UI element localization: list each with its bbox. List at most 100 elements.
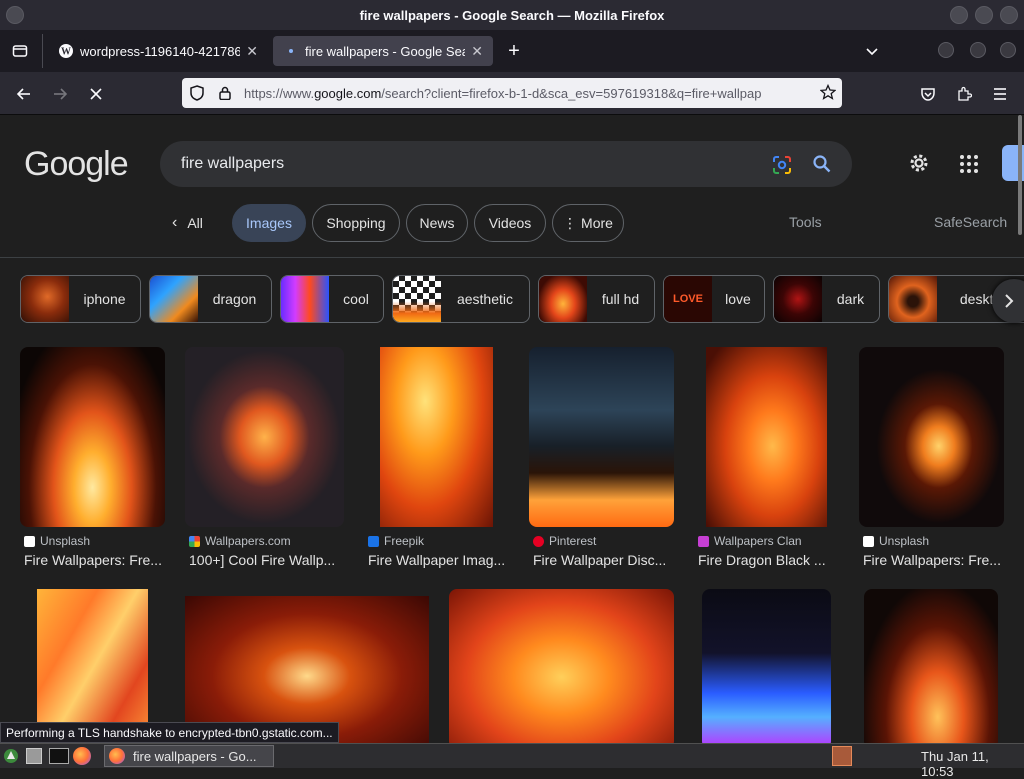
- chip-thumbnail: LOVE: [664, 276, 712, 322]
- tab-wordpress[interactable]: W wordpress-1196140-421786 ✕: [48, 36, 268, 66]
- google-logo[interactable]: Google: [24, 145, 129, 184]
- filter-shopping[interactable]: Shopping: [312, 204, 400, 242]
- apps-grid-icon[interactable]: [959, 154, 979, 179]
- search-query[interactable]: fire wallpapers: [181, 155, 284, 173]
- unsplash-icon: [24, 535, 35, 547]
- taskbar-window-firefox[interactable]: fire wallpapers - Go...: [104, 745, 274, 767]
- window-menu-button[interactable]: [6, 6, 24, 24]
- tray-firefox-icon[interactable]: [832, 746, 852, 766]
- chip-love[interactable]: LOVE love: [663, 275, 765, 323]
- tab-label: wordpress-1196140-421786: [80, 43, 241, 59]
- svg-text:W: W: [61, 47, 71, 58]
- stop-loading-icon[interactable]: [82, 80, 110, 108]
- result-caption[interactable]: Fire Wallpaper Disc...: [533, 552, 674, 568]
- chip-thumbnail: [393, 276, 441, 322]
- status-bar: Performing a TLS handshake to encrypted-…: [0, 722, 339, 743]
- result-caption[interactable]: Fire Wallpapers: Fre...: [24, 552, 165, 568]
- result-source[interactable]: Freepik: [368, 534, 424, 548]
- search-icon[interactable]: [812, 154, 832, 179]
- hamburger-menu-icon[interactable]: [986, 80, 1014, 108]
- result-caption[interactable]: Fire Dragon Black ...: [698, 552, 839, 568]
- file-manager-icon[interactable]: [26, 748, 42, 764]
- tab-bar-dot: [1000, 42, 1016, 58]
- tab-bar-dot: [970, 42, 986, 58]
- result-image[interactable]: [529, 347, 674, 527]
- result-source[interactable]: Pinterest: [533, 534, 596, 548]
- google-lens-icon[interactable]: [772, 155, 792, 180]
- firefox-view-icon[interactable]: [6, 37, 34, 65]
- result-image[interactable]: [702, 589, 831, 743]
- result-image[interactable]: [706, 347, 827, 527]
- loading-dot-icon: [283, 43, 299, 59]
- safesearch-button[interactable]: SafeSearch: [934, 214, 1007, 230]
- chip-thumbnail: [774, 276, 822, 322]
- wallpapers-com-icon: [189, 535, 200, 547]
- page-scrollbar[interactable]: [1018, 115, 1022, 235]
- result-source[interactable]: Wallpapers Clan: [698, 534, 802, 548]
- chip-full-hd[interactable]: full hd: [538, 275, 655, 323]
- result-image[interactable]: [20, 347, 165, 527]
- chip-thumbnail: [281, 276, 329, 322]
- window-title: fire wallpapers - Google Search — Mozill…: [359, 7, 665, 23]
- clock[interactable]: Thu Jan 11, 10:53: [921, 749, 1024, 779]
- start-menu-icon[interactable]: [3, 748, 19, 764]
- new-tab-button[interactable]: +: [500, 37, 528, 65]
- result-image[interactable]: [449, 589, 674, 743]
- firefox-icon: [109, 748, 125, 764]
- tab-close-icon[interactable]: ✕: [471, 43, 483, 60]
- pocket-icon[interactable]: [914, 80, 942, 108]
- result-caption[interactable]: 100+] Cool Fire Wallp...: [189, 552, 344, 568]
- extensions-puzzle-icon[interactable]: [950, 80, 978, 108]
- minimize-button[interactable]: [950, 6, 968, 24]
- window-titlebar: fire wallpapers - Google Search — Mozill…: [0, 0, 1024, 30]
- chip-thumbnail: [889, 276, 937, 322]
- result-image[interactable]: [859, 347, 1004, 527]
- filter-all[interactable]: ‹ All: [172, 204, 220, 242]
- result-caption[interactable]: Fire Wallpaper Imag...: [368, 552, 509, 568]
- tab-close-icon[interactable]: ✕: [246, 43, 258, 60]
- forward-arrow-icon[interactable]: [46, 80, 74, 108]
- result-source[interactable]: Wallpapers.com: [189, 534, 291, 548]
- firefox-launcher-icon[interactable]: [73, 747, 91, 765]
- lock-icon[interactable]: [212, 86, 238, 100]
- divider: [0, 257, 1024, 258]
- freepik-icon: [368, 535, 379, 547]
- list-tabs-chevron-icon[interactable]: [858, 37, 886, 65]
- settings-gear-icon[interactable]: [907, 151, 931, 180]
- result-source[interactable]: Unsplash: [863, 534, 929, 548]
- url-bar[interactable]: https://www.google.com/search?client=fir…: [182, 78, 842, 108]
- chevron-left-icon: ‹: [172, 214, 178, 231]
- chip-thumbnail: [150, 276, 198, 322]
- result-image[interactable]: [185, 596, 429, 743]
- pinterest-icon: [533, 535, 544, 547]
- bookmark-star-icon[interactable]: [819, 83, 837, 103]
- result-image[interactable]: [37, 589, 148, 743]
- chip-dark[interactable]: dark: [773, 275, 880, 323]
- filter-more[interactable]: ⋮ More: [552, 204, 624, 242]
- tracking-shield-icon[interactable]: [182, 85, 212, 101]
- result-source[interactable]: Unsplash: [24, 534, 90, 548]
- result-caption[interactable]: Fire Wallpapers: Fre...: [863, 552, 1004, 568]
- filter-news[interactable]: News: [406, 204, 468, 242]
- chip-cool[interactable]: cool: [280, 275, 384, 323]
- search-input[interactable]: fire wallpapers: [160, 141, 852, 187]
- chip-aesthetic[interactable]: aesthetic: [392, 275, 530, 323]
- chip-thumbnail: [21, 276, 69, 322]
- tab-google-search[interactable]: fire wallpapers - Google Sea ✕: [273, 36, 493, 66]
- maximize-button[interactable]: [975, 6, 993, 24]
- chip-dragon[interactable]: dragon: [149, 275, 272, 323]
- url-text[interactable]: https://www.google.com/search?client=fir…: [244, 86, 804, 101]
- result-image[interactable]: [185, 347, 344, 527]
- tools-button[interactable]: Tools: [789, 214, 822, 230]
- more-dots-icon: ⋮: [563, 214, 578, 231]
- filter-images[interactable]: Images: [232, 204, 306, 242]
- filter-videos[interactable]: Videos: [474, 204, 546, 242]
- back-arrow-icon[interactable]: [10, 80, 38, 108]
- taskbar-window-label: fire wallpapers - Go...: [133, 748, 257, 764]
- close-window-button[interactable]: [1000, 6, 1018, 24]
- result-image[interactable]: [380, 347, 493, 527]
- wordpress-icon: W: [58, 43, 74, 59]
- terminal-icon[interactable]: [49, 748, 69, 764]
- chip-iphone[interactable]: iphone: [20, 275, 141, 323]
- result-image[interactable]: [864, 589, 998, 743]
